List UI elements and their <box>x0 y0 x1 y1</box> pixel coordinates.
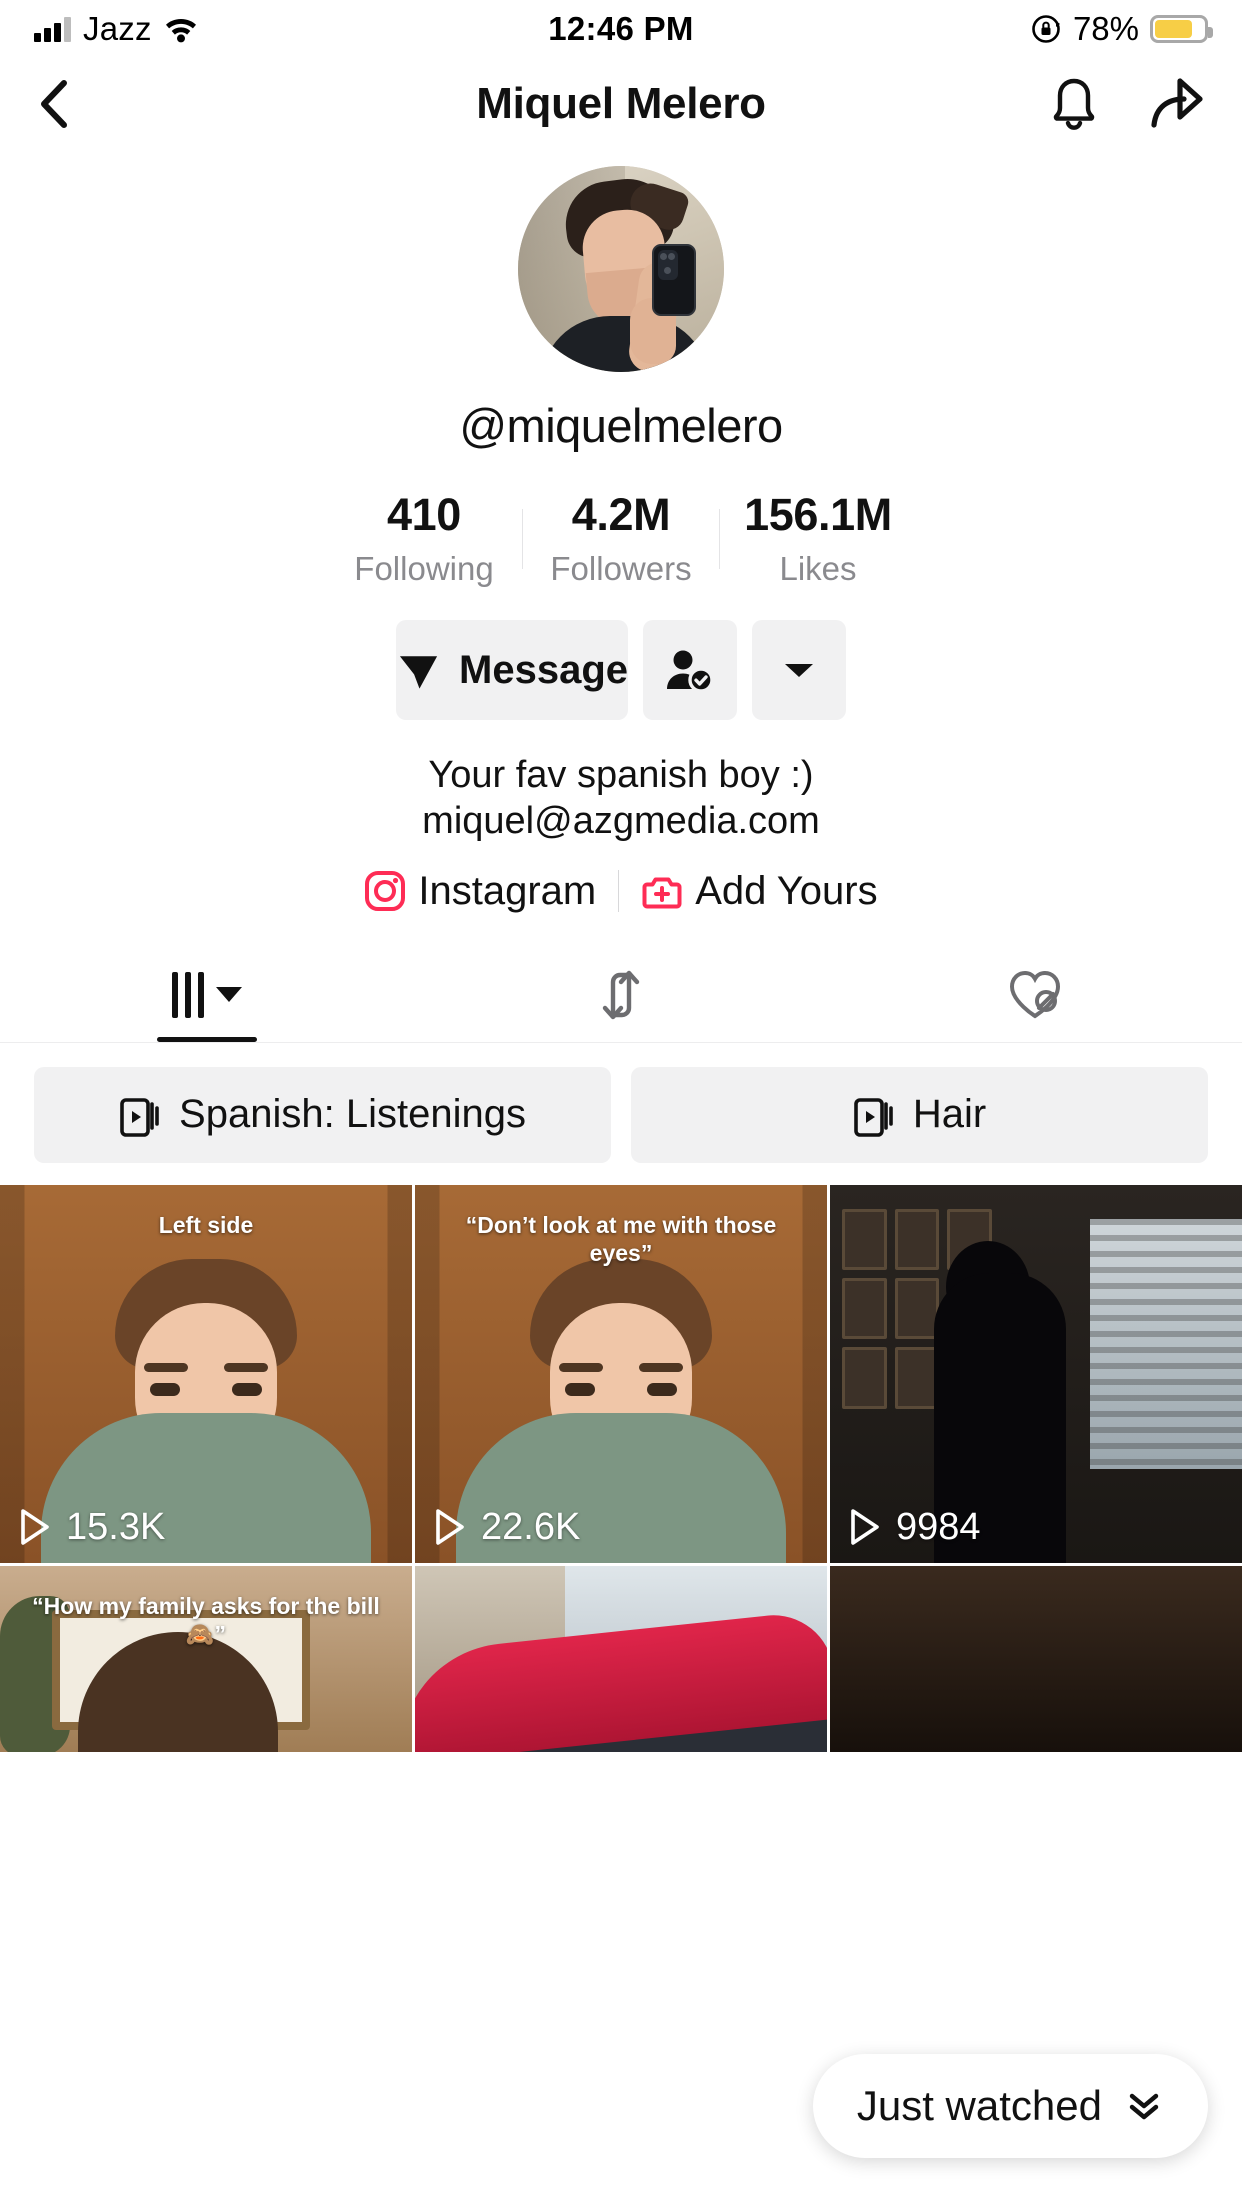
stat-following[interactable]: 410 Following <box>326 489 522 588</box>
profile-links: Instagram Add Yours <box>0 869 1242 914</box>
tab-liked[interactable] <box>828 948 1242 1042</box>
add-yours-link-label: Add Yours <box>695 868 878 913</box>
add-yours-link[interactable]: Add Yours <box>619 869 899 914</box>
nav-actions <box>1046 75 1208 133</box>
playlist-chip-hair[interactable]: Hair <box>631 1066 1208 1163</box>
person-check-icon <box>667 650 714 693</box>
heart-hidden-icon <box>1009 970 1061 1019</box>
playlist-icon <box>854 1097 893 1137</box>
playlist-chip-label: Hair <box>912 1092 987 1137</box>
rotation-lock-icon <box>1032 15 1060 43</box>
paper-plane-icon <box>399 656 438 689</box>
profile-handle: @miquelmelero <box>459 399 783 452</box>
stat-value: 156.1M <box>744 489 892 540</box>
chevron-down-icon <box>216 987 242 1003</box>
video-caption: “How my family asks for the bill 🙈” <box>32 1592 380 1648</box>
video-views-label: 15.3K <box>66 1505 166 1548</box>
profile-bio: Your fav spanish boy :) miquel@azgmedia.… <box>0 752 1242 845</box>
avatar-container[interactable] <box>0 166 1242 372</box>
playlist-icon <box>120 1097 159 1137</box>
video-grid: Left side 15.3K “Don’t look at me with t… <box>0 1184 1242 1752</box>
stat-value: 4.2M <box>571 489 671 540</box>
playlist-chip-spanish-listenings[interactable]: Spanish: Listenings <box>34 1066 611 1163</box>
instagram-link[interactable]: Instagram <box>342 869 618 914</box>
stat-label: Followers <box>550 550 692 587</box>
bio-line-1: Your fav spanish boy :) <box>428 754 814 796</box>
video-thumbnail[interactable]: “How my family asks for the bill 🙈” <box>0 1565 412 1752</box>
tab-active-underline <box>157 1036 257 1042</box>
profile-tabs <box>0 948 1242 1043</box>
video-caption: Left side <box>158 1211 254 1238</box>
video-views-label: 22.6K <box>481 1505 581 1548</box>
just-watched-pill[interactable]: Just watched <box>812 2054 1208 2158</box>
follow-status-button[interactable] <box>643 620 737 720</box>
profile-stats: 410 Following 4.2M Followers 156.1M Like… <box>0 489 1242 588</box>
tab-reposts[interactable] <box>414 948 828 1042</box>
status-bar: Jazz 12:46 PM 78% <box>0 0 1242 58</box>
video-views: 22.6K <box>433 1506 580 1549</box>
play-icon <box>436 1509 464 1546</box>
stat-likes[interactable]: 156.1M Likes <box>720 489 916 588</box>
double-chevron-down-icon <box>1129 2093 1159 2120</box>
share-button[interactable] <box>1146 75 1208 133</box>
battery-icon <box>1150 15 1213 43</box>
tiktok-profile-screen: Jazz 12:46 PM 78% Miquel Melero @miquelm… <box>0 0 1242 2208</box>
bio-line-2: miquel@azgmedia.com <box>422 800 820 843</box>
battery-percent-label: 78% <box>1072 10 1139 47</box>
playlist-chips: Spanish: Listenings Hair <box>0 1043 1242 1185</box>
stat-value: 410 <box>387 489 461 540</box>
video-views-label: 9984 <box>896 1505 981 1548</box>
share-arrow-icon <box>1151 78 1203 128</box>
bell-icon <box>1053 78 1095 130</box>
stat-label: Following <box>354 550 494 587</box>
tab-videos[interactable] <box>0 948 414 1042</box>
add-yours-icon <box>642 877 682 909</box>
chevron-down-icon <box>785 664 813 677</box>
video-views: 15.3K <box>18 1506 165 1549</box>
video-thumbnail[interactable]: “Don’t look at me with those eyes” 22.6K <box>415 1184 827 1563</box>
video-thumbnail[interactable]: Left side 15.3K <box>0 1184 412 1563</box>
message-button-label: Message <box>459 647 628 692</box>
playlist-chip-label: Spanish: Listenings <box>179 1092 526 1137</box>
notifications-button[interactable] <box>1046 75 1102 133</box>
grid-icon <box>172 971 204 1018</box>
stat-label: Likes <box>779 550 857 587</box>
video-thumbnail[interactable]: 9984 <box>830 1184 1242 1563</box>
avatar[interactable] <box>518 166 724 372</box>
status-bar-right: 78% <box>1030 10 1213 48</box>
instagram-link-label: Instagram <box>418 868 597 913</box>
just-watched-label: Just watched <box>856 2082 1102 2129</box>
message-button[interactable]: Message <box>396 620 628 720</box>
stat-followers[interactable]: 4.2M Followers <box>523 489 719 588</box>
profile-actions: Message <box>0 620 1242 720</box>
video-thumbnail[interactable] <box>830 1565 1242 1752</box>
video-views: 9984 <box>848 1506 981 1549</box>
video-thumbnail[interactable] <box>415 1565 827 1752</box>
nav-header: Miquel Melero <box>0 58 1242 150</box>
instagram-icon <box>365 871 406 912</box>
play-icon <box>21 1509 49 1546</box>
repost-arrows-icon <box>602 970 640 1019</box>
more-options-button[interactable] <box>752 620 846 720</box>
video-caption: “Don’t look at me with those eyes” <box>465 1211 777 1267</box>
play-icon <box>851 1509 879 1546</box>
